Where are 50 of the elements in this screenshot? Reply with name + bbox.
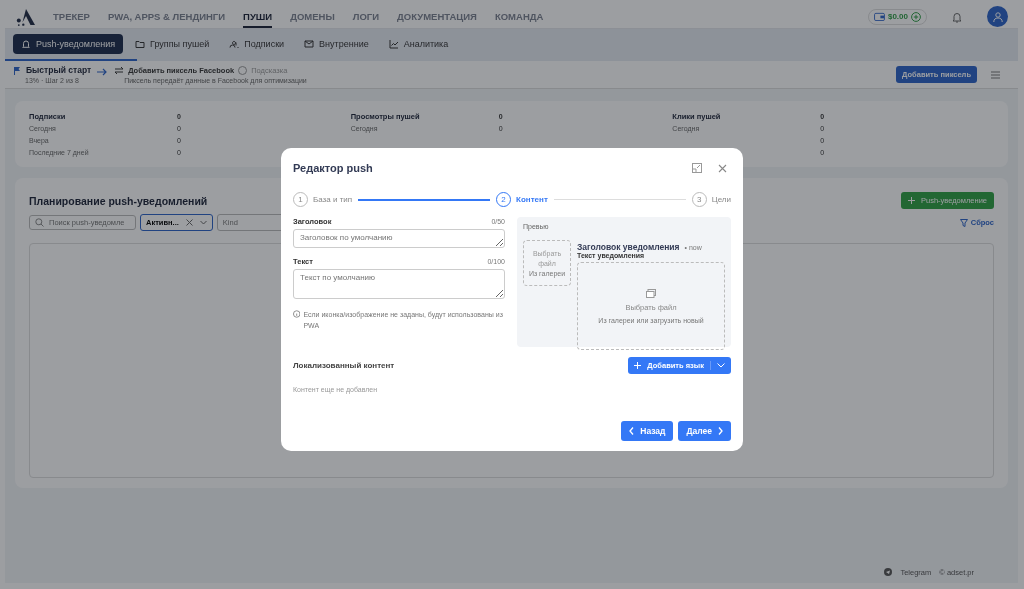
nav-tab[interactable]: ТРЕКЕР [53,5,90,28]
mail-icon [304,39,315,49]
wizard-step[interactable]: 1 База и тип [293,192,353,207]
nav-tab[interactable]: КОМАНДА [494,5,544,28]
telegram-icon [884,568,893,576]
dialog-title: Редактор push [293,162,374,174]
text-input[interactable]: Текст по умолчанию [293,269,505,299]
chevron-left-icon [629,427,635,435]
avatar-icon[interactable] [987,6,1008,27]
filter-icon [959,218,968,227]
wallet-icon [873,12,885,21]
wizard-step[interactable]: 3 Цели [691,192,731,207]
wizard-step[interactable]: 2 Контент [496,192,548,207]
swap-icon [114,65,125,75]
balance-amount: $0.00 [887,12,908,21]
info-icon [293,310,301,318]
chart-icon [388,39,399,49]
chevron-down-icon [199,220,207,225]
back-button[interactable]: Назад [621,421,674,441]
logo-icon[interactable] [15,7,37,26]
expand-icon[interactable] [692,163,702,173]
localized-title: Локализованный контент [293,361,395,370]
notification-title: Заголовок уведомления [577,242,680,252]
bell-icon [21,39,31,49]
section-tab[interactable]: Группы пушей [127,34,218,54]
nav-tab[interactable]: PWA, APPS & ЛЕНДИНГИ [107,5,226,28]
image-icon [646,288,656,298]
section-tab[interactable]: Внутренние [296,34,377,54]
clear-icon[interactable] [185,219,193,226]
section-title: Планирование push-уведомлений [29,194,208,207]
bell-icon[interactable] [951,10,963,23]
search-icon [35,218,44,227]
chevron-down-icon[interactable] [717,363,725,368]
folder-icon [135,39,146,49]
text-input[interactable]: Заголовок по умолчанию [293,229,505,248]
next-button[interactable]: Далее [678,421,731,441]
nav-tab[interactable]: ДОКУМЕНТАЦИЯ [397,5,477,28]
section-tab[interactable]: Push-уведомления [13,34,124,54]
close-icon[interactable] [718,163,727,173]
plus-icon [908,197,915,204]
plus-icon [634,362,642,369]
chevron-right-icon [718,427,723,435]
arrow-right-icon [97,68,109,76]
nav-tab[interactable]: ЛОГИ [352,5,380,28]
flag-icon [13,65,22,75]
section-tab[interactable]: Аналитика [380,34,457,54]
nav-tab[interactable]: ДОМЕНЫ [290,5,335,28]
quick-start-title: Быстрый старт [26,65,92,75]
plus-circle-icon [911,11,921,22]
section-tab[interactable]: Подписки [221,34,293,54]
